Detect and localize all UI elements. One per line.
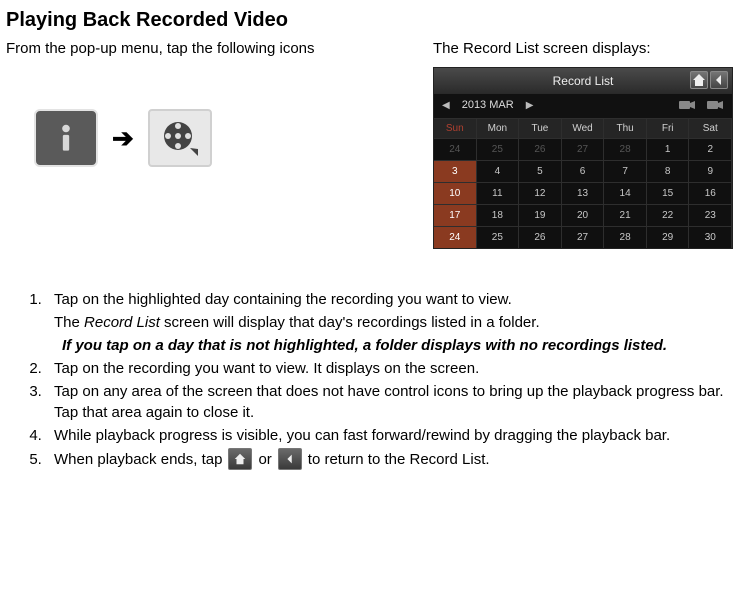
back-icon-inline[interactable]	[278, 448, 302, 470]
intro-right: The Record List screen displays:	[433, 38, 733, 59]
weekday-tue: Tue	[519, 118, 562, 138]
calendar-row: 24252627282930	[434, 226, 732, 248]
calendar-day[interactable]: 9	[689, 160, 732, 182]
calendar-day[interactable]: 30	[689, 226, 732, 248]
step-1-sub-em: Record List	[84, 314, 160, 331]
calendar-day[interactable]: 25	[477, 138, 520, 160]
calendar-day[interactable]: 19	[519, 204, 562, 226]
prev-month-icon[interactable]: ◀	[442, 99, 450, 113]
month-bar: ◀ 2013 MAR ▶	[434, 94, 732, 118]
info-icon[interactable]	[34, 109, 98, 167]
camera-1-icon[interactable]	[678, 98, 696, 112]
weekday-sun: Sun	[434, 118, 477, 138]
film-reel-icon[interactable]	[148, 109, 212, 167]
intro-left: From the pop-up menu, tap the following …	[6, 38, 413, 59]
calendar-day[interactable]: 11	[477, 182, 520, 204]
instructions: Tap on the highlighted day containing th…	[6, 289, 733, 470]
home-icon[interactable]	[690, 71, 708, 89]
icon-row: ➔	[34, 109, 413, 167]
step-5-post: to return to the Record List.	[308, 449, 490, 470]
calendar-row: 3456789	[434, 160, 732, 182]
step-4: While playback progress is visible, you …	[46, 425, 733, 446]
calendar-day[interactable]: 18	[477, 204, 520, 226]
weekday-sat: Sat	[689, 118, 732, 138]
step-5-or: or	[258, 449, 271, 470]
calendar-day[interactable]: 26	[519, 226, 562, 248]
step-5-pre: When playback ends, tap	[54, 449, 222, 470]
right-column: The Record List screen displays: Record …	[433, 38, 733, 249]
calendar-day[interactable]: 13	[562, 182, 605, 204]
calendar-day[interactable]: 6	[562, 160, 605, 182]
calendar-day[interactable]: 24	[434, 226, 477, 248]
calendar-day[interactable]: 26	[519, 138, 562, 160]
calendar-day[interactable]: 27	[562, 226, 605, 248]
calendar-day[interactable]: 29	[647, 226, 690, 248]
weekday-thu: Thu	[604, 118, 647, 138]
calendar-day[interactable]: 23	[689, 204, 732, 226]
calendar-day[interactable]: 22	[647, 204, 690, 226]
record-list-titlebar: Record List	[434, 68, 732, 94]
calendar-row: 10111213141516	[434, 182, 732, 204]
step-2: Tap on the recording you want to view. I…	[46, 358, 733, 379]
step-1-sub-post: screen will display that day's recording…	[160, 314, 540, 331]
step-5: When playback ends, tap or to return to …	[46, 448, 733, 470]
weekday-header: Sun Mon Tue Wed Thu Fri Sat	[434, 118, 732, 138]
calendar-row: 17181920212223	[434, 204, 732, 226]
calendar-day[interactable]: 3	[434, 160, 477, 182]
step-1-sub-pre: The	[54, 314, 84, 331]
calendar-body: 2425262728123456789101112131415161718192…	[434, 138, 732, 248]
calendar-day[interactable]: 27	[562, 138, 605, 160]
record-list-screenshot: Record List ◀ 2013 MAR ▶	[433, 67, 733, 249]
page-title: Playing Back Recorded Video	[6, 6, 733, 34]
step-1-text: Tap on the highlighted day containing th…	[54, 291, 512, 308]
step-3: Tap on any area of the screen that does …	[46, 381, 733, 423]
calendar-row: 242526272812	[434, 138, 732, 160]
calendar-day[interactable]: 17	[434, 204, 477, 226]
step-1: Tap on the highlighted day containing th…	[46, 289, 733, 356]
calendar-day[interactable]: 12	[519, 182, 562, 204]
calendar-day[interactable]: 8	[647, 160, 690, 182]
calendar-day[interactable]: 14	[604, 182, 647, 204]
weekday-fri: Fri	[647, 118, 690, 138]
camera-2-icon[interactable]	[706, 98, 724, 112]
calendar-day[interactable]: 2	[689, 138, 732, 160]
calendar-day[interactable]: 10	[434, 182, 477, 204]
left-column: From the pop-up menu, tap the following …	[6, 38, 433, 249]
calendar-day[interactable]: 20	[562, 204, 605, 226]
calendar-day[interactable]: 28	[604, 226, 647, 248]
home-icon-inline[interactable]	[228, 448, 252, 470]
arrow-right-icon: ➔	[112, 120, 134, 156]
weekday-wed: Wed	[562, 118, 605, 138]
calendar-day[interactable]: 7	[604, 160, 647, 182]
calendar-day[interactable]: 21	[604, 204, 647, 226]
step-1-sub: The Record List screen will display that…	[54, 312, 733, 333]
month-label: 2013 MAR	[462, 98, 514, 113]
weekday-mon: Mon	[477, 118, 520, 138]
calendar-day[interactable]: 5	[519, 160, 562, 182]
calendar-day[interactable]: 28	[604, 138, 647, 160]
back-icon[interactable]	[710, 71, 728, 89]
step-1-note: If you tap on a day that is not highligh…	[54, 335, 733, 356]
top-row: From the pop-up menu, tap the following …	[6, 38, 733, 249]
calendar-day[interactable]: 15	[647, 182, 690, 204]
record-list-title: Record List	[553, 73, 614, 90]
next-month-icon[interactable]: ▶	[526, 99, 534, 113]
calendar-day[interactable]: 1	[647, 138, 690, 160]
calendar-day[interactable]: 16	[689, 182, 732, 204]
calendar-day[interactable]: 24	[434, 138, 477, 160]
calendar-day[interactable]: 25	[477, 226, 520, 248]
calendar-day[interactable]: 4	[477, 160, 520, 182]
